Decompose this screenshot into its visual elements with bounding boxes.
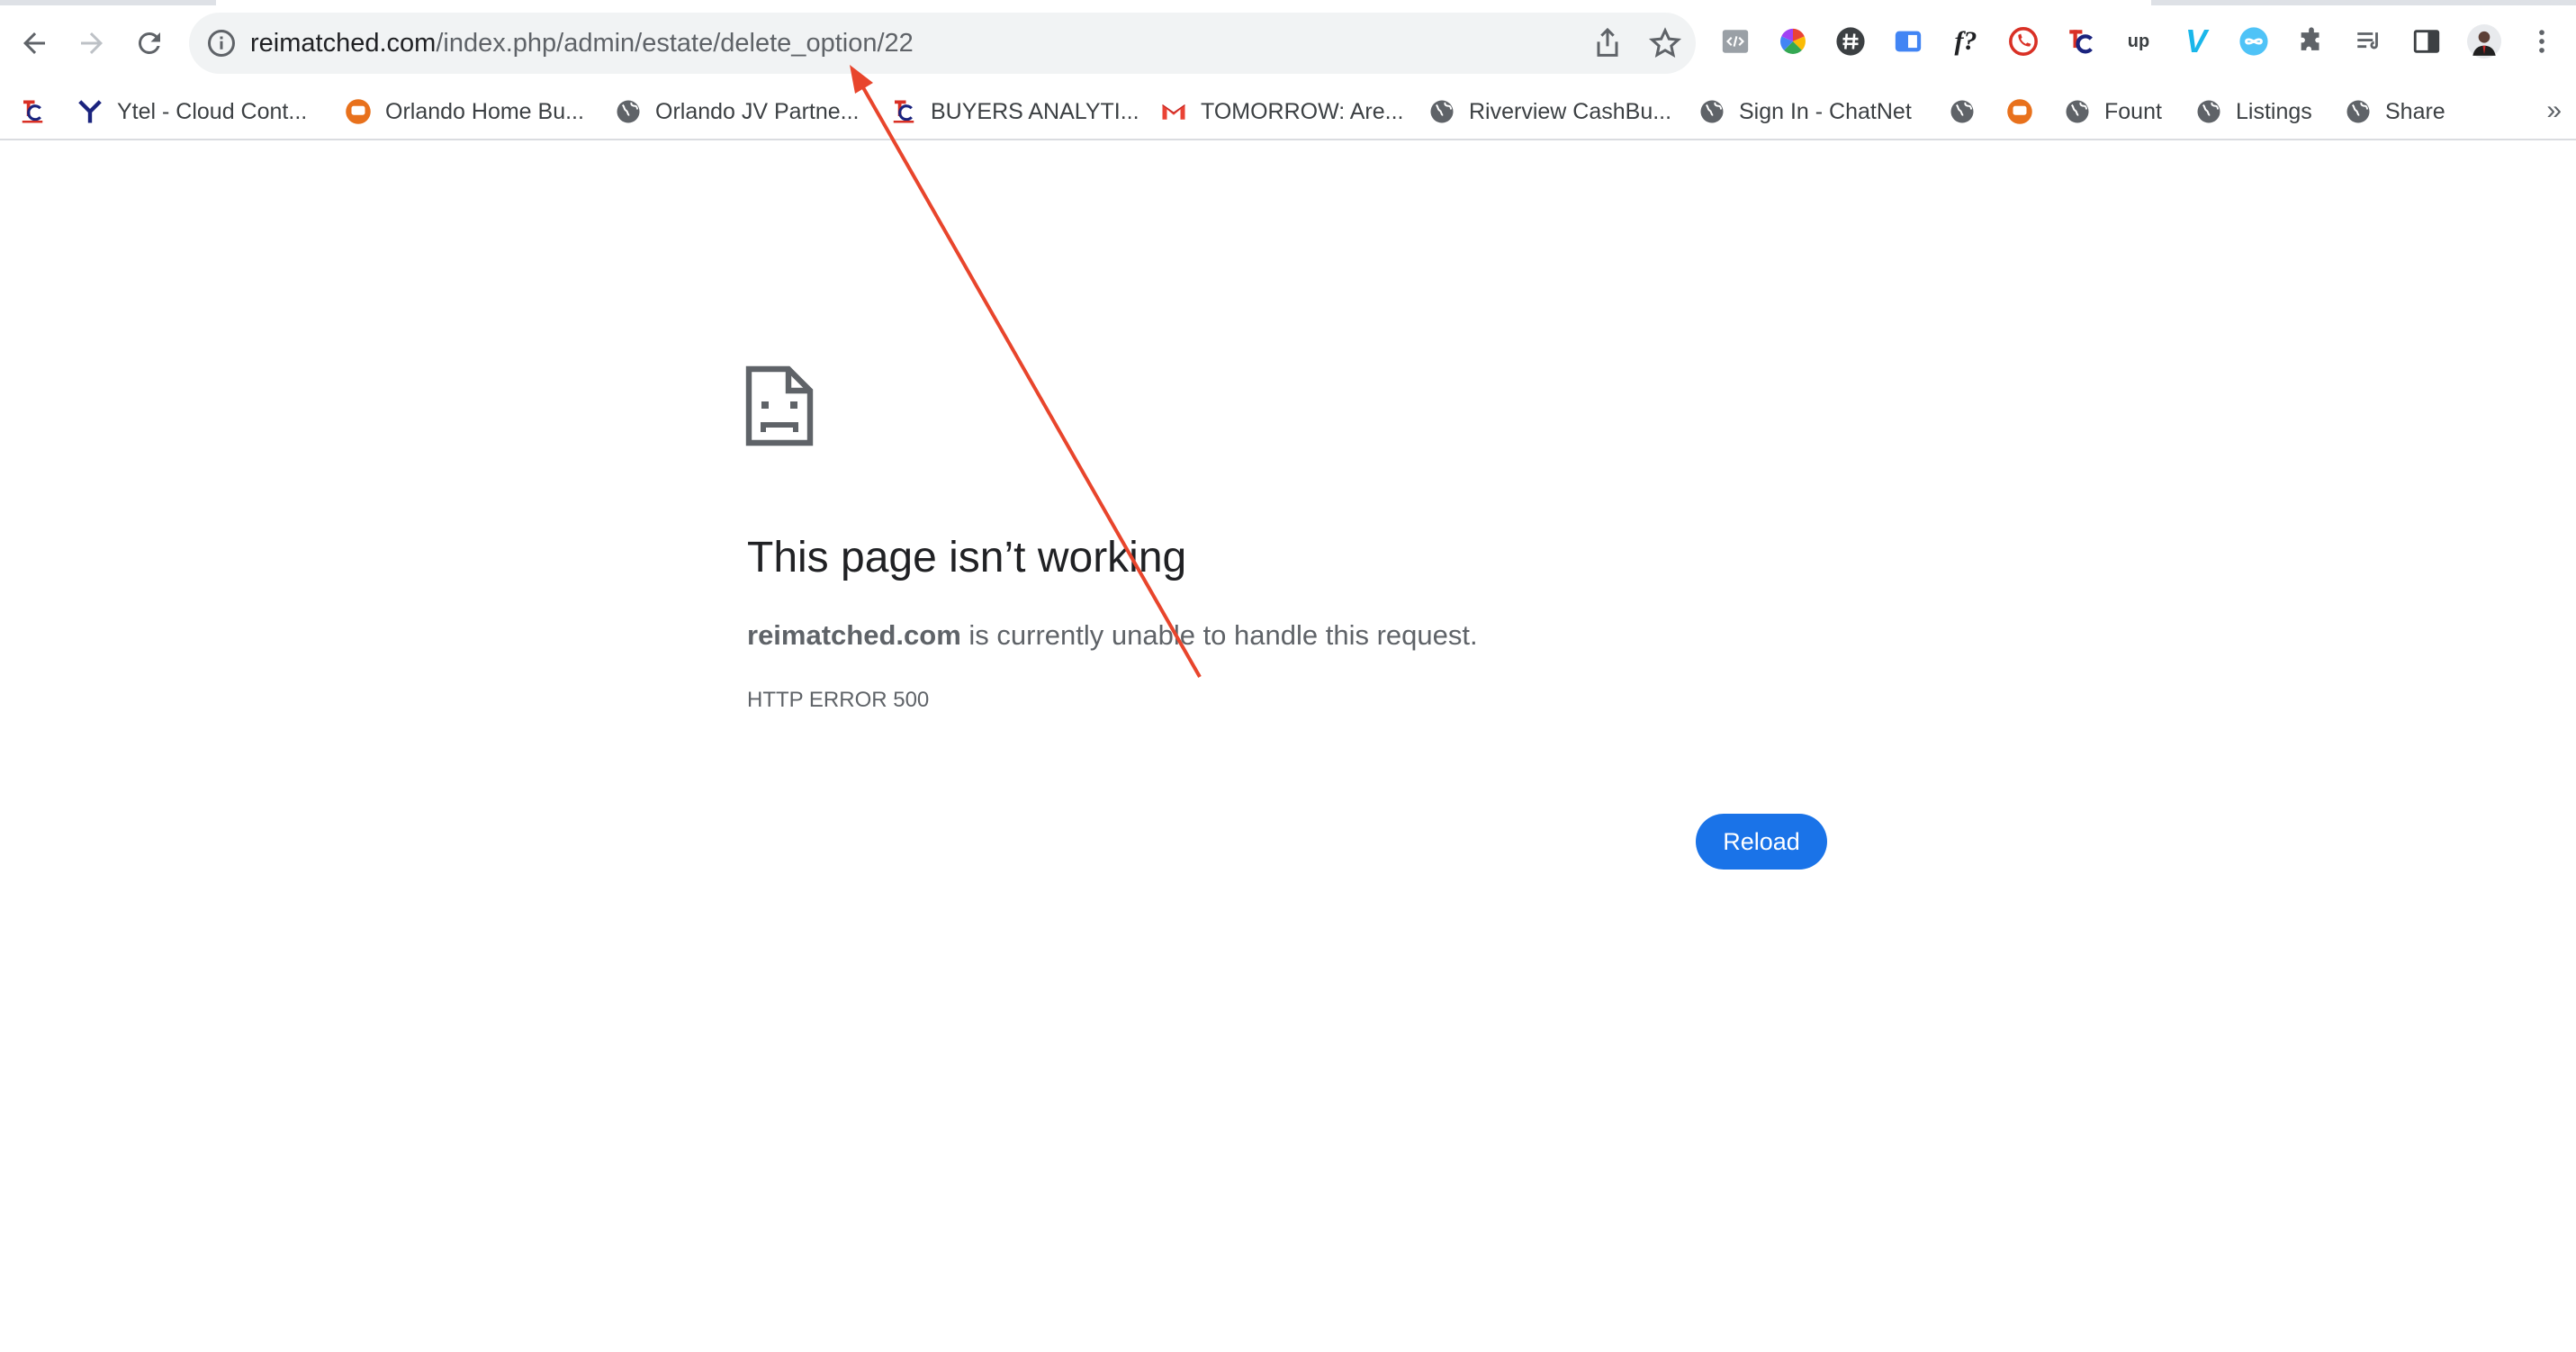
- globe-icon: [1428, 97, 1456, 126]
- puzzle-extensions-icon[interactable]: [2293, 23, 2329, 59]
- phone-extension-icon[interactable]: [2005, 23, 2041, 59]
- reload-button[interactable]: Reload: [1696, 814, 1827, 870]
- error-description: reimatched.com is currently unable to ha…: [747, 619, 1478, 652]
- bookmark-item[interactable]: Sign In - ChatNet: [1698, 92, 1912, 131]
- orange-app-icon: [344, 97, 373, 126]
- infinity-extension-icon[interactable]: [2236, 23, 2272, 59]
- bookmark-label: Riverview CashBu...: [1469, 98, 1672, 124]
- bookmark-label: Ytel - Cloud Cont...: [117, 98, 308, 124]
- url-text[interactable]: reimatched.com/index.php/admin/estate/de…: [250, 28, 914, 59]
- bookmark-item[interactable]: Listings: [2194, 92, 2312, 131]
- bookmark-label: Listings: [2236, 98, 2312, 124]
- bookmark-item[interactable]: Share: [2344, 92, 2445, 131]
- bookmark-item[interactable]: Ytel - Cloud Cont...: [76, 92, 307, 131]
- ytel-logo-icon: [76, 97, 104, 126]
- share-icon[interactable]: [1590, 25, 1626, 61]
- gmail-icon: [1159, 97, 1188, 126]
- globe-icon: [2344, 97, 2373, 126]
- brand-logo-icon: [18, 97, 47, 126]
- error-title: This page isn’t working: [747, 534, 1187, 581]
- color-wheel-extension-icon[interactable]: [1775, 23, 1811, 59]
- globe-icon: [2063, 97, 2092, 126]
- brand-extension-icon[interactable]: [2063, 23, 2099, 59]
- forward-button[interactable]: [68, 20, 115, 67]
- vimeo-label: V: [2184, 23, 2207, 59]
- bookmark-item[interactable]: BUYERS ANALYTI...: [889, 92, 1139, 131]
- bookmark-label: Share: [2385, 98, 2445, 124]
- profile-avatar[interactable]: [2466, 23, 2502, 59]
- reading-list-icon[interactable]: [2351, 23, 2387, 59]
- bookmark-label: Sign In - ChatNet: [1739, 98, 1912, 124]
- url-path: /index.php/admin/estate/delete_option/22: [436, 29, 914, 58]
- bookmark-item[interactable]: Fount: [2063, 92, 2162, 131]
- brand-logo-icon: [889, 97, 918, 126]
- bookmark-label: BUYERS ANALYTI...: [931, 98, 1139, 124]
- sad-page-icon: [745, 365, 814, 446]
- bookmark-label: Orlando JV Partne...: [655, 98, 860, 124]
- font-finder-extension-icon[interactable]: f?: [1948, 23, 1984, 59]
- address-bar[interactable]: reimatched.com/index.php/admin/estate/de…: [189, 13, 1696, 74]
- bookmark-label: Orlando Home Bu...: [385, 98, 584, 124]
- bookmark-label: Fount: [2104, 98, 2162, 124]
- back-button[interactable]: [11, 20, 58, 67]
- orange-app-icon: [2005, 97, 2034, 126]
- globe-icon: [614, 97, 643, 126]
- tab-extension-icon[interactable]: [1890, 23, 1926, 59]
- more-menu-icon[interactable]: [2524, 23, 2560, 59]
- bookmark-item[interactable]: TOMORROW: Are...: [1159, 92, 1404, 131]
- arrow-left-icon: [23, 32, 45, 54]
- globe-icon: [2194, 97, 2223, 126]
- refresh-icon: [138, 32, 160, 54]
- upwork-label: up: [2127, 31, 2150, 51]
- active-tab[interactable]: [216, 0, 2151, 5]
- reload-toolbar-button[interactable]: [126, 20, 173, 67]
- bookmarks-overflow-chevron-icon[interactable]: »: [2546, 95, 2562, 126]
- annotation-arrow: [850, 65, 1202, 678]
- bookmark-item[interactable]: [1948, 92, 1989, 131]
- browser-toolbar: reimatched.com/index.php/admin/estate/de…: [0, 0, 2576, 85]
- error-message: is currently unable to handle this reque…: [960, 619, 1478, 651]
- bookmark-label: TOMORROW: Are...: [1201, 98, 1404, 124]
- side-panel-icon[interactable]: [2409, 23, 2445, 59]
- tab-strip: [0, 0, 2576, 5]
- error-host: reimatched.com: [747, 619, 961, 651]
- bookmark-item[interactable]: Riverview CashBu...: [1428, 92, 1671, 131]
- error-code: HTTP ERROR 500: [747, 688, 930, 712]
- font-finder-label: f?: [1954, 26, 1977, 56]
- star-icon[interactable]: [1647, 25, 1683, 61]
- bookmarks-bar: Ytel - Cloud Cont... Orlando Home Bu... …: [0, 85, 2576, 140]
- arrow-right-icon: [81, 32, 103, 54]
- url-host: reimatched.com: [250, 29, 437, 58]
- globe-icon: [1948, 97, 1977, 126]
- bookmark-item[interactable]: Orlando JV Partne...: [614, 92, 860, 131]
- info-icon[interactable]: [205, 27, 238, 59]
- vimeo-extension-icon[interactable]: V: [2178, 23, 2214, 59]
- code-extension-icon[interactable]: [1717, 23, 1753, 59]
- globe-icon: [1698, 97, 1726, 126]
- hashtag-extension-icon[interactable]: [1833, 23, 1869, 59]
- upwork-extension-icon[interactable]: up: [2121, 23, 2157, 59]
- bookmark-item[interactable]: Orlando Home Bu...: [344, 92, 584, 131]
- bookmark-item[interactable]: [18, 92, 59, 131]
- bookmark-item[interactable]: [2005, 92, 2047, 131]
